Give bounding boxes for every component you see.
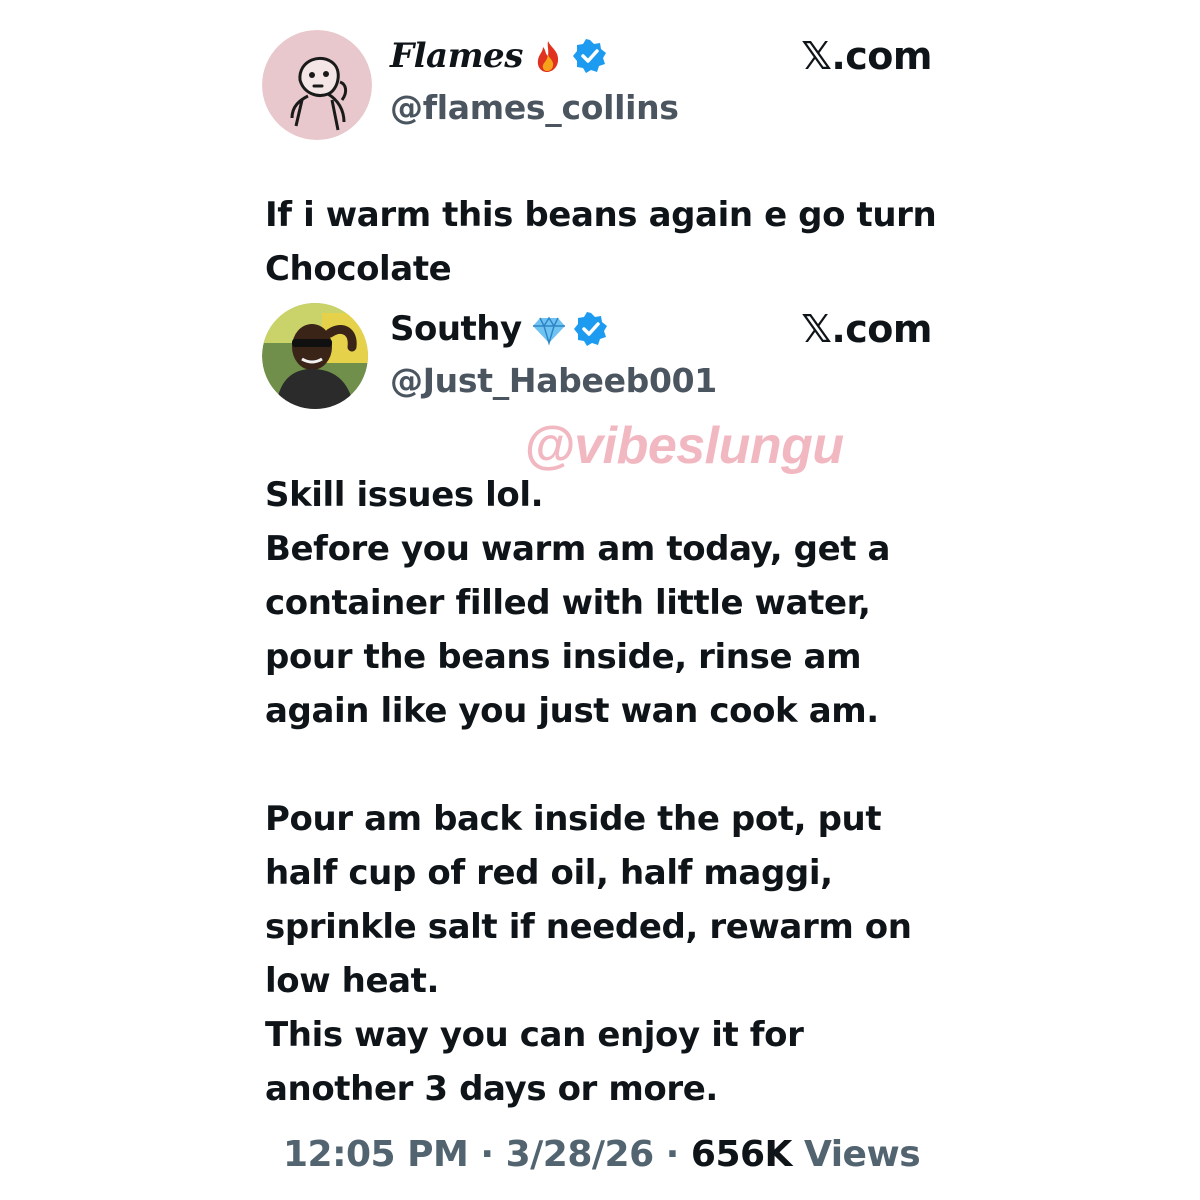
southy-avatar[interactable] [262,303,368,409]
tweet-time[interactable]: 12:05 PM [283,1134,469,1175]
flames-handle[interactable]: @flames_collins [390,88,679,127]
watermark: @vibeslungu [524,417,844,475]
reply-tweet-header: Southy @Just_Habeeb001 𝕏.com [262,303,932,413]
meta-separator: · [653,1134,691,1175]
quoted-name-row: Flames [390,32,607,80]
x-com-source-label[interactable]: 𝕏.com [801,34,932,78]
reply-name-row: Southy [390,305,608,353]
tweet-meta: 12:05 PM · 3/28/26 · 656K Views [283,1134,921,1175]
cartoon-avatar-icon [262,30,372,140]
reply-tweet-text: Skill issues lol. Before you warm am tod… [265,475,912,1109]
quoted-tweet-text: If i warm this beans again e go turn Cho… [265,195,937,289]
fire-icon [531,39,565,73]
verified-badge-icon [573,312,608,346]
diamond-icon [532,312,566,346]
photo-avatar-icon [262,303,368,409]
views-count[interactable]: 656K [691,1134,793,1175]
flames-display-name[interactable]: Flames [390,36,523,76]
southy-handle[interactable]: @Just_Habeeb001 [390,361,717,400]
quoted-tweet-header: Flames @flames_collins 𝕏.com [262,30,932,140]
x-com-source-label[interactable]: 𝕏.com [801,307,932,351]
verified-badge-icon [572,39,607,73]
southy-display-name[interactable]: Southy [390,309,522,349]
tweet-date[interactable]: 3/28/26 [506,1134,655,1175]
meta-separator: · [468,1134,506,1175]
views-label: Views [791,1134,921,1175]
flames-avatar[interactable] [262,30,372,140]
